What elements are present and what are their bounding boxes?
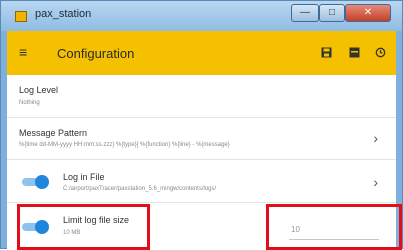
log-in-file-path: C:/airport/paxTracer/paxstation_5.6_ming… — [63, 186, 217, 192]
setting-log-in-file[interactable]: Log in File C:/airport/paxTracer/paxstat… — [7, 160, 396, 203]
log-level-label: Log Level — [19, 85, 59, 95]
menu-icon[interactable]: ≡ — [19, 45, 32, 59]
app-window: pax_station — □ ✕ ≡ Configuration Log Le… — [0, 0, 403, 250]
chevron-right-icon: › — [373, 130, 378, 146]
maximize-button[interactable]: □ — [319, 4, 345, 22]
log-in-file-label: Log in File — [63, 172, 105, 182]
message-pattern-label: Message Pattern — [19, 128, 88, 138]
reset-history-icon[interactable] — [375, 47, 386, 58]
save-all-icon[interactable] — [349, 47, 360, 58]
title-bar[interactable]: pax_station — □ ✕ — [1, 1, 402, 31]
close-button[interactable]: ✕ — [345, 4, 391, 22]
save-icon[interactable] — [321, 47, 332, 58]
log-in-file-toggle[interactable] — [22, 175, 49, 189]
highlight-box-size-input — [266, 204, 402, 250]
minimize-button[interactable]: — — [291, 4, 319, 22]
window-title: pax_station — [35, 8, 92, 20]
setting-message-pattern[interactable]: Message Pattern %{time dd-MM-yyyy HH:mm:… — [7, 118, 396, 160]
log-level-value: Nothing — [19, 100, 40, 106]
message-pattern-value: %{time dd-MM-yyyy HH:mm:ss.zzz} %{type}]… — [19, 142, 230, 148]
chevron-right-icon: › — [373, 174, 378, 190]
highlight-box-limit-toggle — [17, 204, 150, 250]
app-icon — [15, 11, 27, 22]
setting-log-level[interactable]: Log Level Nothing — [7, 75, 396, 118]
page-title: Configuration — [57, 46, 135, 61]
app-toolbar: ≡ Configuration — [7, 31, 396, 75]
